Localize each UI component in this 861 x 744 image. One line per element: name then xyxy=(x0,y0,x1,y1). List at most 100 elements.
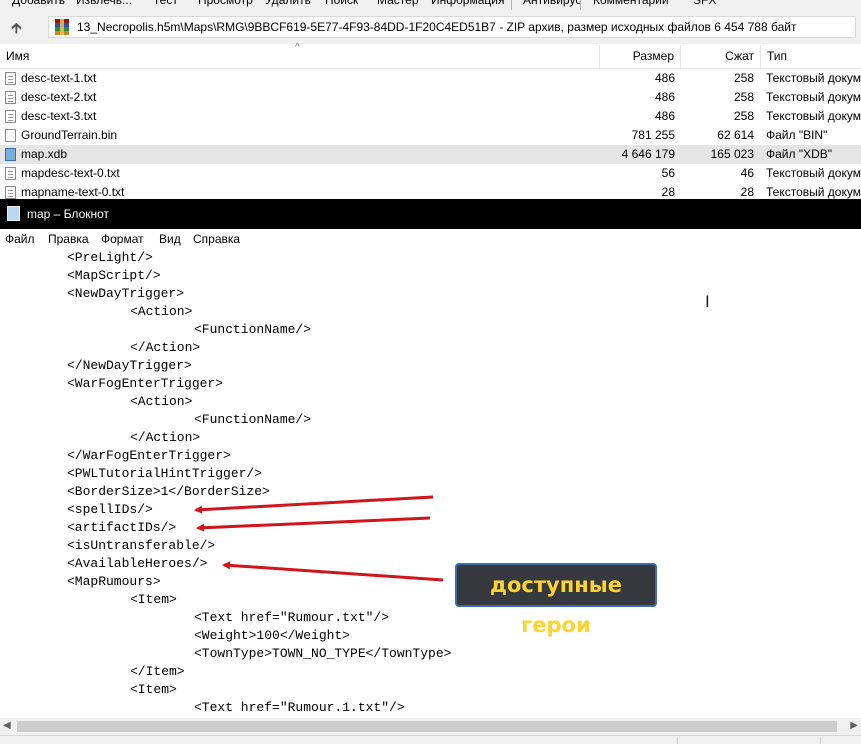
archive-path: 13_Necropolis.h5m\Maps\RMG\9BBCF619-5E77… xyxy=(77,20,797,34)
code-line: <Action> xyxy=(130,304,193,319)
annotation-callout: доступные герои xyxy=(455,563,657,637)
code-line: </WarFogEnterTrigger> xyxy=(67,448,231,463)
file-packed-size: 165 023 xyxy=(710,147,754,161)
toolbar-button[interactable]: Поиск xyxy=(325,0,358,7)
code-line: <Text href="Rumour.txt"/> xyxy=(194,610,390,625)
address-field[interactable]: 13_Necropolis.h5m\Maps\RMG\9BBCF619-5E77… xyxy=(48,16,856,38)
toolbar-button[interactable]: Извлечь... xyxy=(76,0,132,7)
menu-item[interactable]: Формат xyxy=(101,232,144,246)
archiver-address-bar: 🡱 13_Necropolis.h5m\Maps\RMG\9BBCF619-5E… xyxy=(0,10,861,44)
code-line: <WarFogEnterTrigger> xyxy=(67,376,224,391)
file-row[interactable]: desc-text-1.txt 486 258 Текстовый докум xyxy=(0,69,861,88)
file-type: Файл "BIN" xyxy=(766,128,828,142)
menu-item[interactable]: Справка xyxy=(193,232,240,246)
scroll-thumb[interactable] xyxy=(17,721,837,732)
scroll-left-icon[interactable]: ◀ xyxy=(3,720,11,731)
text-editor[interactable]: <PreLight/> <MapScript/> <NewDayTrigger> <A… xyxy=(0,248,861,718)
text-file-icon xyxy=(5,186,16,199)
code-line: <MapScript/> xyxy=(67,268,161,283)
xdb-file-icon xyxy=(5,148,16,161)
text-file-icon xyxy=(5,110,16,123)
file-type: Текстовый докум xyxy=(766,90,861,104)
file-icon xyxy=(5,129,16,142)
code-line: <TownType>TOWN_NO_TYPE</TownType> xyxy=(194,646,452,661)
file-row[interactable]: mapname-text-0.txt 28 28 Текстовый докум xyxy=(0,183,861,199)
file-name: desc-text-1.txt xyxy=(21,71,97,85)
column-type[interactable]: Тип xyxy=(761,45,861,68)
file-row[interactable]: GroundTerrain.bin 781 255 62 614 Файл "BIN" xyxy=(0,126,861,145)
file-row[interactable]: mapdesc-text-0.txt 56 46 Текстовый докум xyxy=(0,164,861,183)
code-line: <AvailableHeroes/> xyxy=(67,556,208,571)
file-row[interactable]: map.xdb 4 646 179 165 023 Файл "XDB" xyxy=(0,145,861,164)
code-line: </Item> xyxy=(130,664,185,679)
code-line: <isUntransferable/> xyxy=(67,538,216,553)
text-file-icon xyxy=(5,91,16,104)
code-line: <PreLight/> xyxy=(67,250,153,265)
text-file-icon xyxy=(5,72,16,85)
archive-icon xyxy=(55,19,69,35)
file-row[interactable]: desc-text-2.txt 486 258 Текстовый докум xyxy=(0,88,861,107)
menu-item[interactable]: Вид xyxy=(159,232,181,246)
toolbar-separator xyxy=(580,0,581,10)
file-size: 486 xyxy=(654,71,675,85)
column-name[interactable]: Имя xyxy=(0,45,600,68)
file-row[interactable]: desc-text-3.txt 486 258 Текстовый докум xyxy=(0,107,861,126)
toolbar-button[interactable]: Антивирус xyxy=(523,0,581,7)
code-line: <Weight>100</Weight> xyxy=(194,628,351,643)
file-size: 486 xyxy=(654,109,675,123)
up-arrow-icon[interactable]: 🡱 xyxy=(11,18,22,43)
toolbar-button[interactable]: Мастер xyxy=(377,0,419,7)
file-name: mapdesc-text-0.txt xyxy=(21,166,120,180)
code-line: </NewDayTrigger> xyxy=(67,358,192,373)
file-packed-size: 258 xyxy=(733,90,754,104)
code-line: <FunctionName/> xyxy=(194,322,312,337)
file-size: 486 xyxy=(654,90,675,104)
column-size[interactable]: Размер xyxy=(600,45,681,68)
toolbar-separator xyxy=(511,0,512,10)
window-title: map – Блокнот xyxy=(27,207,110,221)
file-type: Текстовый докум xyxy=(766,109,861,123)
file-packed-size: 46 xyxy=(740,166,754,180)
file-name: desc-text-3.txt xyxy=(21,109,97,123)
menu-item[interactable]: Правка xyxy=(48,232,89,246)
file-size: 4 646 179 xyxy=(621,147,675,161)
toolbar-button[interactable]: Тест xyxy=(153,0,178,7)
toolbar-button[interactable]: Просмотр xyxy=(198,0,253,7)
code-line: <PWLTutorialHintTrigger/> xyxy=(67,466,263,481)
file-type: Текстовый докум xyxy=(766,166,861,180)
code-line: <artifactIDs/> xyxy=(67,520,177,535)
file-type: Текстовый докум xyxy=(766,71,861,85)
notepad-menubar: Файл Правка Формат Вид Справка xyxy=(0,229,861,248)
notepad-titlebar[interactable]: map – Блокнот xyxy=(0,199,861,229)
text-cursor-icon: I xyxy=(705,292,710,311)
toolbar-button[interactable]: Информация xyxy=(431,0,504,7)
horizontal-scrollbar[interactable]: ◀ ▶ xyxy=(0,718,861,735)
file-packed-size: 62 614 xyxy=(717,128,754,142)
toolbar-button[interactable]: SFX xyxy=(693,0,716,7)
file-name: map.xdb xyxy=(21,147,68,161)
notepad-icon xyxy=(7,206,20,221)
scroll-right-icon[interactable]: ▶ xyxy=(850,720,858,731)
file-size: 781 255 xyxy=(631,128,675,142)
code-line: <MapRumours> xyxy=(67,574,161,589)
text-file-icon xyxy=(5,167,16,180)
file-type: Файл "XDB" xyxy=(766,147,833,161)
code-line: <FunctionName/> xyxy=(194,412,312,427)
toolbar-button[interactable]: Комментарий xyxy=(593,0,669,7)
toolbar-button[interactable]: Добавить xyxy=(12,0,65,7)
code-line: <Item> xyxy=(130,592,177,607)
file-list-header: ^ Имя Размер Сжат Тип xyxy=(0,42,861,69)
file-list: desc-text-1.txt 486 258 Текстовый докум desc… xyxy=(0,69,861,199)
toolbar-button[interactable]: Удалить xyxy=(265,0,311,7)
menu-item[interactable]: Файл xyxy=(5,232,35,246)
file-packed-size: 28 xyxy=(740,185,754,199)
file-packed-size: 258 xyxy=(733,109,754,123)
code-line: </Action> xyxy=(130,430,201,445)
column-packed[interactable]: Сжат xyxy=(681,45,761,68)
file-name: desc-text-2.txt xyxy=(21,90,97,104)
code-line: <BorderSize>1</BorderSize> xyxy=(67,484,270,499)
file-name: mapname-text-0.txt xyxy=(21,185,125,199)
file-packed-size: 258 xyxy=(733,71,754,85)
code-line: <Item> xyxy=(130,682,177,697)
file-size: 56 xyxy=(661,166,675,180)
